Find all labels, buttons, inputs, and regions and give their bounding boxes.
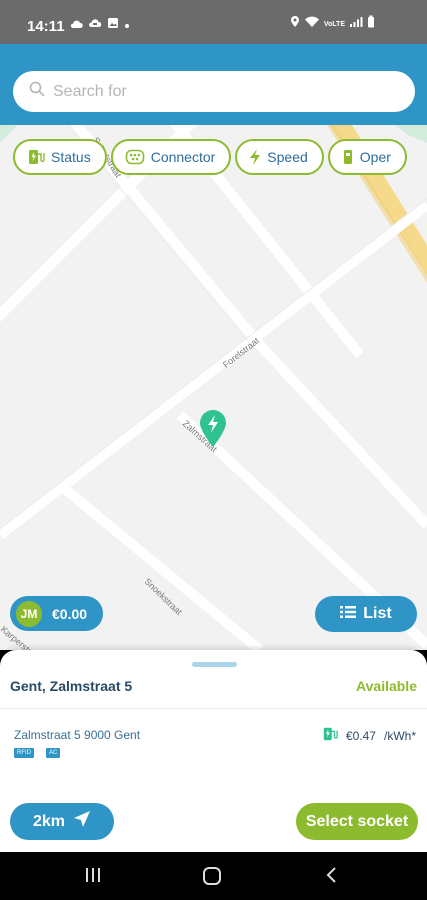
tag-ac: AC (46, 748, 61, 758)
select-socket-label: Select socket (305, 812, 409, 830)
volte-label: VoLTE (323, 20, 345, 28)
filter-chips: Status Connector Speed Oper (13, 139, 407, 175)
list-button-label: List (363, 605, 392, 622)
filter-status[interactable]: Status (13, 139, 107, 175)
map-view[interactable]: Schotstraat Forelstraat Zalmstraat Snoek… (0, 125, 427, 650)
home-button[interactable] (202, 866, 222, 891)
tag-rfid: RFID (14, 748, 34, 758)
filter-connector[interactable]: Connector (110, 139, 232, 175)
cloud-icon (70, 16, 83, 34)
app-header: Search for (0, 44, 427, 125)
charging-station-icon (27, 148, 45, 166)
navigation-arrow-icon (73, 810, 91, 833)
location-icon (290, 15, 300, 33)
filter-operator[interactable]: Oper (327, 139, 407, 175)
divider (0, 708, 427, 709)
filter-connector-label: Connector (150, 149, 216, 165)
connector-icon (125, 149, 145, 165)
operator-icon (342, 148, 354, 166)
distance-button[interactable]: 2km (10, 803, 114, 840)
dot-icon (124, 16, 130, 34)
clock: 14:11 (27, 18, 65, 35)
system-navigation-bar (0, 852, 427, 900)
status-bar: 14:11 VoLTE (0, 0, 427, 44)
location-title: Gent, Zalmstraat 5 (10, 678, 133, 694)
home-icon (202, 866, 222, 891)
price-unit: /kWh* (383, 728, 416, 743)
search-input[interactable]: Search for (13, 71, 415, 112)
list-icon (340, 605, 357, 624)
select-socket-button[interactable]: Select socket (296, 803, 418, 840)
distance-label: 2km (32, 812, 66, 830)
auth-tags: RFID AC (14, 748, 61, 758)
recent-apps-icon (84, 866, 102, 889)
image-icon (107, 16, 119, 34)
recent-apps-button[interactable] (84, 866, 102, 889)
wifi-icon (304, 15, 320, 33)
back-icon (324, 866, 338, 889)
lightning-icon (249, 148, 261, 166)
filter-speed-label: Speed (267, 149, 308, 165)
search-icon (29, 81, 45, 102)
list-button[interactable]: List (315, 596, 417, 632)
map-streets (0, 125, 427, 650)
charging-station-icon (322, 726, 338, 745)
wallet-amount: €0.00 (52, 605, 88, 622)
signal-icon (349, 15, 363, 33)
price-value: €0.47 (345, 728, 376, 743)
filter-operator-label: Oper (359, 149, 391, 165)
price-info: €0.47 /kWh* (322, 726, 416, 745)
volte-icon: VoLTE (324, 21, 345, 28)
location-address: Zalmstraat 5 9000 Gent (14, 728, 141, 742)
back-button[interactable] (324, 866, 338, 889)
wallet-balance[interactable]: JM €0.00 (10, 596, 103, 631)
avatar: JM (14, 598, 44, 629)
filter-speed[interactable]: Speed (235, 139, 324, 175)
availability-status: Available (356, 678, 417, 694)
cloud-message-icon (88, 16, 102, 34)
battery-icon (367, 15, 375, 33)
filter-status-label: Status (51, 149, 91, 165)
sheet-drag-handle[interactable] (192, 662, 237, 667)
search-placeholder: Search for (53, 82, 127, 100)
